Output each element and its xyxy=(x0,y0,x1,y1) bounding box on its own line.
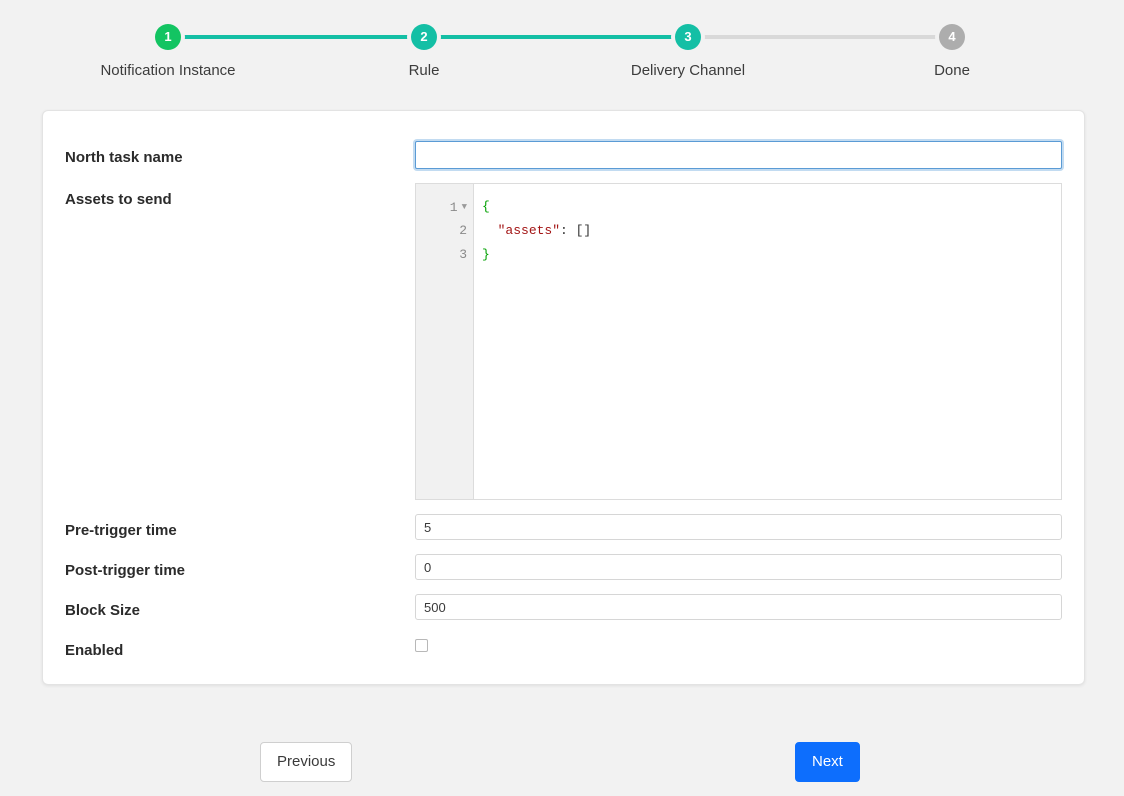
code-token xyxy=(482,223,498,238)
control-wrap-post-trigger-time xyxy=(415,554,1062,580)
previous-button[interactable]: Previous xyxy=(260,742,352,782)
control-wrap-assets-to-send: 1▼23 { "assets": []} xyxy=(415,183,1062,500)
code-token: { xyxy=(482,199,490,214)
stepper-connector-3 xyxy=(688,35,952,39)
stepper-step-2[interactable]: 2 Rule xyxy=(324,24,524,79)
wizard-stepper: 1 Notification Instance 2 Rule 3 Delivery Cha… xyxy=(0,0,1124,96)
post-trigger-time-input[interactable] xyxy=(415,554,1062,580)
code-token: "assets" xyxy=(498,223,560,238)
assets-json-editor[interactable]: 1▼23 { "assets": []} xyxy=(415,183,1062,500)
control-wrap-block-size xyxy=(415,594,1062,620)
stepper-step-1-label: Notification Instance xyxy=(68,62,268,79)
code-token: : [] xyxy=(560,223,591,238)
editor-code-line: "assets": [] xyxy=(482,219,1061,243)
control-wrap-enabled xyxy=(415,634,1062,652)
stepper-step-3-label: Delivery Channel xyxy=(588,62,788,79)
field-row-pre-trigger-time: Pre-trigger time xyxy=(65,514,1062,540)
stepper-step-1-circle: 1 xyxy=(155,24,181,50)
label-assets-to-send: Assets to send xyxy=(65,183,415,209)
stepper-step-2-label: Rule xyxy=(324,62,524,79)
label-enabled: Enabled xyxy=(65,634,415,660)
stepper-step-2-circle: 2 xyxy=(411,24,437,50)
label-block-size: Block Size xyxy=(65,594,415,620)
stepper-track: 1Notification Instance2Rule3Delivery Cha… xyxy=(0,24,1124,50)
stepper-step-1[interactable]: 1 Notification Instance xyxy=(68,24,268,79)
editor-code-line: } xyxy=(482,243,1061,267)
control-wrap-pre-trigger-time xyxy=(415,514,1062,540)
stepper-step-4-circle: 4 xyxy=(939,24,965,50)
next-button[interactable]: Next xyxy=(795,742,860,782)
pre-trigger-time-input[interactable] xyxy=(415,514,1062,540)
stepper-connector-2 xyxy=(424,35,688,39)
editor-line-number-gutter[interactable]: 1▼23 xyxy=(416,184,474,499)
editor-code-line: { xyxy=(482,195,1061,219)
editor-line-number: 3 xyxy=(416,243,473,267)
block-size-input[interactable] xyxy=(415,594,1062,620)
field-row-enabled: Enabled xyxy=(65,634,1062,660)
editor-line-number: 1▼ xyxy=(416,195,473,219)
north-task-name-input[interactable] xyxy=(415,141,1062,169)
code-fold-triangle-icon[interactable]: ▼ xyxy=(462,195,467,219)
editor-line-number: 2 xyxy=(416,219,473,243)
label-post-trigger-time: Post-trigger time xyxy=(65,554,415,580)
field-row-post-trigger-time: Post-trigger time xyxy=(65,554,1062,580)
editor-code-area[interactable]: { "assets": []} xyxy=(474,184,1061,499)
field-row-block-size: Block Size xyxy=(65,594,1062,620)
field-row-assets-to-send: Assets to send 1▼23 { "assets": []} xyxy=(65,183,1062,500)
label-north-task-name: North task name xyxy=(65,141,415,167)
enabled-checkbox[interactable] xyxy=(415,639,428,652)
stepper-connector-1 xyxy=(168,35,424,39)
control-wrap-north-task-name xyxy=(415,141,1062,169)
form-card: North task name Assets to send 1▼23 { "a… xyxy=(42,110,1085,685)
stepper-step-3-circle: 3 xyxy=(675,24,701,50)
wizard-footer: Previous Next xyxy=(0,742,1124,784)
stepper-step-3[interactable]: 3 Delivery Channel xyxy=(588,24,788,79)
label-pre-trigger-time: Pre-trigger time xyxy=(65,514,415,540)
code-token: } xyxy=(482,247,490,262)
stepper-step-4-label: Done xyxy=(852,62,1052,79)
stepper-step-4[interactable]: 4 Done xyxy=(852,24,1052,79)
field-row-north-task-name: North task name xyxy=(65,141,1062,169)
